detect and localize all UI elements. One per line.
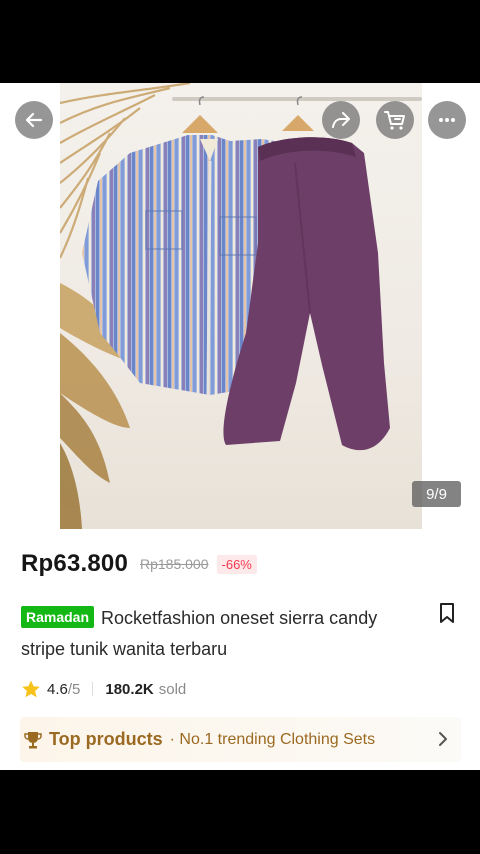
bookmark-icon [440,603,454,623]
product-image-gallery[interactable]: 9/9 [0,83,480,529]
chevron-right-icon [439,732,447,746]
price-row: Rp63.800 Rp185.000 -66% [21,550,257,578]
share-button[interactable] [322,101,360,139]
share-icon [332,112,350,128]
more-icon [439,118,455,122]
original-price: Rp185.000 [140,556,209,572]
star-icon [22,680,40,698]
bookmark-button[interactable] [437,602,457,629]
current-price: Rp63.800 [21,550,128,577]
cart-icon [384,111,405,130]
image-counter: 9/9 [412,481,461,507]
back-button[interactable] [15,101,53,139]
top-products-subtitle: · No.1 trending Clothing Sets [169,730,376,748]
ramadan-badge: Ramadan [21,606,95,628]
bottom-black-area [0,770,480,854]
product-detail-screen: 9/9 Rp63.800 Rp185.000 -66% Ramadan Rock… [0,83,480,770]
top-products-banner[interactable]: Top products · No.1 trending Clothing Se… [20,717,461,762]
product-photo[interactable] [60,83,422,529]
top-products-title: Top products [49,729,163,749]
sold-label: sold [158,680,187,698]
trophy-icon [24,731,42,748]
back-arrow-icon [25,112,43,128]
status-bar-area [0,0,480,83]
sold-count: 180.2K [105,680,154,698]
rating-max: /5 [67,680,81,698]
rating-row[interactable]: 4.6 /5 180.2K sold [21,679,186,699]
cart-button[interactable] [376,101,414,139]
divider [92,682,94,696]
product-title: Ramadan Rocketfashion oneset sierra cand… [21,603,421,665]
rating-value: 4.6 [47,680,68,698]
discount-badge: -66% [216,554,257,574]
more-options-button[interactable] [428,101,466,139]
